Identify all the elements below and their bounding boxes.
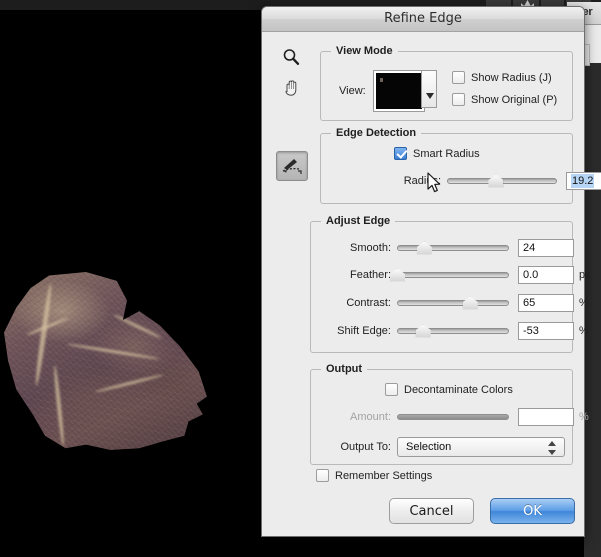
decontaminate-colors-checkbox-row[interactable]: Decontaminate Colors (385, 383, 513, 396)
contrast-slider-thumb[interactable] (463, 297, 478, 310)
view-mode-title: View Mode (331, 45, 398, 57)
adjust-edge-group: Adjust Edge Smooth: 24 Feather: 0.0 px (310, 221, 573, 353)
contrast-label: Contrast: (321, 297, 391, 309)
stepper-arrows-icon[interactable] (548, 441, 557, 455)
show-original-label: Show Original (P) (471, 94, 557, 106)
feather-row: Feather: 0.0 px (321, 266, 591, 284)
output-to-value: Selection (406, 441, 451, 453)
radius-label: Radius: (393, 175, 441, 187)
hand-tool[interactable] (276, 73, 306, 101)
edge-detection-title: Edge Detection (331, 127, 421, 139)
output-to-select[interactable]: Selection (397, 437, 565, 457)
radius-input[interactable]: 19.2 (566, 172, 601, 190)
shift-edge-slider-thumb[interactable] (416, 325, 431, 338)
rock-shape (4, 272, 209, 450)
smart-radius-label: Smart Radius (413, 148, 480, 160)
smart-radius-checkbox[interactable] (394, 147, 407, 160)
amount-input (518, 408, 574, 426)
dialog-titlebar[interactable]: Refine Edge (262, 7, 584, 32)
output-group: Output Decontaminate Colors Amount: % Ou… (310, 369, 573, 465)
feather-unit: px (579, 269, 591, 281)
smooth-slider[interactable] (397, 240, 509, 256)
shift-edge-slider[interactable] (397, 323, 509, 339)
remember-settings-label: Remember Settings (335, 470, 432, 482)
refine-radius-brush-icon (281, 156, 303, 176)
amount-unit: % (579, 411, 589, 423)
shift-edge-value: -53 (523, 325, 539, 337)
magnifier-icon (282, 48, 300, 66)
dialog-tool-strip (276, 43, 310, 183)
decontaminate-colors-label: Decontaminate Colors (404, 384, 513, 396)
view-mode-dropdown-arrow[interactable] (421, 70, 437, 108)
contrast-slider[interactable] (397, 295, 509, 311)
smooth-label: Smooth: (321, 242, 391, 254)
show-original-checkbox-row[interactable]: Show Original (P) (452, 93, 557, 106)
radius-slider-thumb[interactable] (488, 175, 503, 188)
refine-edge-dialog: Refine Edge View Mode View: (261, 6, 585, 537)
feather-value: 0.0 (523, 269, 538, 281)
feather-label: Feather: (321, 269, 391, 281)
ok-button[interactable]: OK (490, 498, 575, 524)
rock-specimen-image (4, 272, 209, 450)
view-label: View: (339, 85, 366, 97)
feather-slider-track (397, 272, 509, 278)
shift-edge-input[interactable]: -53 (518, 322, 574, 340)
smooth-row: Smooth: 24 (321, 239, 579, 257)
amount-label: Amount: (321, 411, 391, 423)
amount-slider-track (397, 414, 509, 420)
contrast-value: 65 (523, 297, 535, 309)
amount-slider (397, 409, 509, 425)
smart-radius-checkbox-row[interactable]: Smart Radius (394, 147, 480, 160)
contrast-slider-track (397, 300, 509, 306)
output-title: Output (321, 363, 367, 375)
decontaminate-colors-checkbox[interactable] (385, 383, 398, 396)
view-preview-swatch (376, 73, 422, 109)
output-to-row: Output To: Selection (321, 437, 565, 457)
shift-edge-unit: % (579, 325, 589, 337)
show-original-checkbox[interactable] (452, 93, 465, 106)
edge-detection-group: Edge Detection Smart Radius Radius: 19.2… (320, 133, 573, 204)
shift-edge-label: Shift Edge: (321, 325, 391, 337)
feather-input[interactable]: 0.0 (518, 266, 574, 284)
smooth-input[interactable]: 24 (518, 239, 574, 257)
show-radius-label: Show Radius (J) (471, 72, 552, 84)
contrast-unit: % (579, 297, 589, 309)
contrast-row: Contrast: 65 % (321, 294, 589, 312)
radius-value: 19.2 (571, 174, 594, 188)
feather-slider-thumb[interactable] (390, 269, 405, 282)
refine-radius-tool[interactable] (276, 151, 308, 181)
amount-row: Amount: % (321, 408, 589, 426)
output-to-label: Output To: (321, 441, 391, 453)
hand-icon (282, 78, 301, 97)
cancel-button[interactable]: Cancel (389, 498, 474, 524)
zoom-tool[interactable] (276, 43, 306, 71)
adjust-edge-title: Adjust Edge (321, 215, 395, 227)
rock-texture (4, 272, 209, 450)
show-radius-checkbox[interactable] (452, 71, 465, 84)
shift-edge-slider-track (397, 328, 509, 334)
view-preview-thumbnail[interactable] (373, 70, 425, 112)
feather-slider[interactable] (397, 267, 509, 283)
shift-edge-row: Shift Edge: -53 % (321, 322, 589, 340)
smooth-value: 24 (523, 242, 535, 254)
remember-settings-checkbox[interactable] (316, 469, 329, 482)
radius-row: Radius: 19.2 px (393, 172, 601, 190)
contrast-input[interactable]: 65 (518, 294, 574, 312)
view-mode-group: View Mode View: Show Radius (J) Show Ori… (320, 51, 573, 121)
smooth-slider-track (397, 245, 509, 251)
remember-settings-row[interactable]: Remember Settings (316, 469, 432, 482)
dialog-title: Refine Edge (262, 11, 584, 26)
smooth-slider-thumb[interactable] (417, 242, 432, 255)
view-preview-speck (380, 78, 383, 82)
radius-slider[interactable] (447, 173, 557, 189)
show-radius-checkbox-row[interactable]: Show Radius (J) (452, 71, 552, 84)
